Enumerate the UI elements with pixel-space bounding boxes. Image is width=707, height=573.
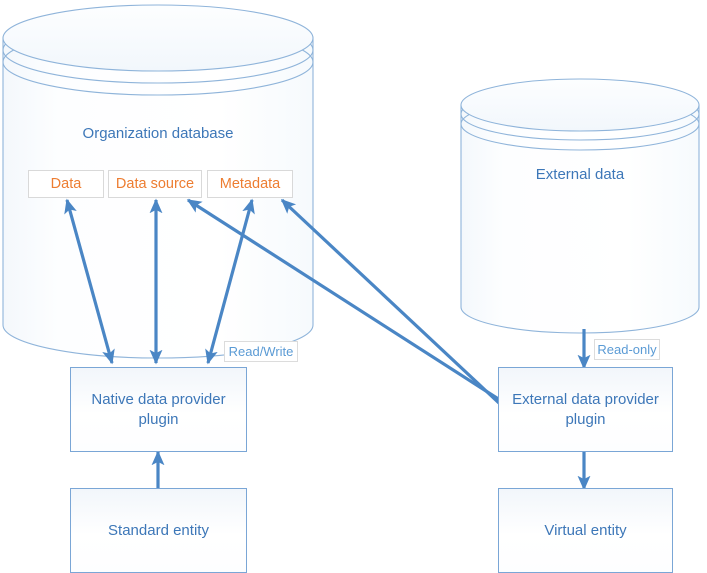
external-data-cylinder [460, 78, 700, 334]
box-external-data-provider-plugin[interactable]: External data provider plugin [498, 367, 673, 452]
box-virtual-entity[interactable]: Virtual entity [498, 488, 673, 573]
diagram-canvas: Organization database External data Data… [0, 0, 707, 573]
edge-label-read-only: Read-only [594, 339, 660, 360]
edge-label-read-write: Read/Write [224, 341, 298, 362]
tag-metadata[interactable]: Metadata [207, 170, 293, 198]
tag-data-source[interactable]: Data source [108, 170, 202, 198]
box-native-data-provider-plugin[interactable]: Native data provider plugin [70, 367, 247, 452]
tag-data[interactable]: Data [28, 170, 104, 198]
box-standard-entity[interactable]: Standard entity [70, 488, 247, 573]
